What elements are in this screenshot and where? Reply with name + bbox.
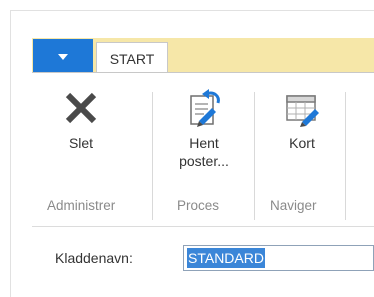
kladdenavn-value: STANDARD (187, 248, 265, 268)
fetch-entries-icon (190, 89, 220, 127)
tab-start[interactable]: START (96, 42, 168, 74)
card-button-label: Kort (289, 135, 315, 151)
fetch-entries-button-label: Hent poster... (179, 135, 229, 169)
ribbon-bottom-border (32, 226, 374, 227)
group-label-proces: Proces (177, 198, 220, 213)
fetch-entries-button[interactable]: Hent poster... (172, 88, 236, 170)
group-label-administrer: Administrer (47, 198, 116, 213)
card-icon (286, 95, 319, 127)
application-menu-button[interactable] (33, 39, 93, 74)
kladdenavn-input[interactable]: STANDARD (183, 245, 374, 271)
delete-x-icon (65, 92, 97, 124)
kladdenavn-label: Kladdenavn: (55, 250, 133, 266)
dropdown-arrow-icon (58, 53, 68, 60)
group-separator (152, 92, 153, 220)
card-button[interactable]: Kort (276, 88, 328, 152)
delete-button[interactable]: Slet (55, 88, 107, 152)
delete-button-label: Slet (68, 135, 94, 151)
group-separator (254, 92, 255, 220)
group-separator (345, 92, 346, 220)
group-label-naviger: Naviger (270, 198, 317, 213)
